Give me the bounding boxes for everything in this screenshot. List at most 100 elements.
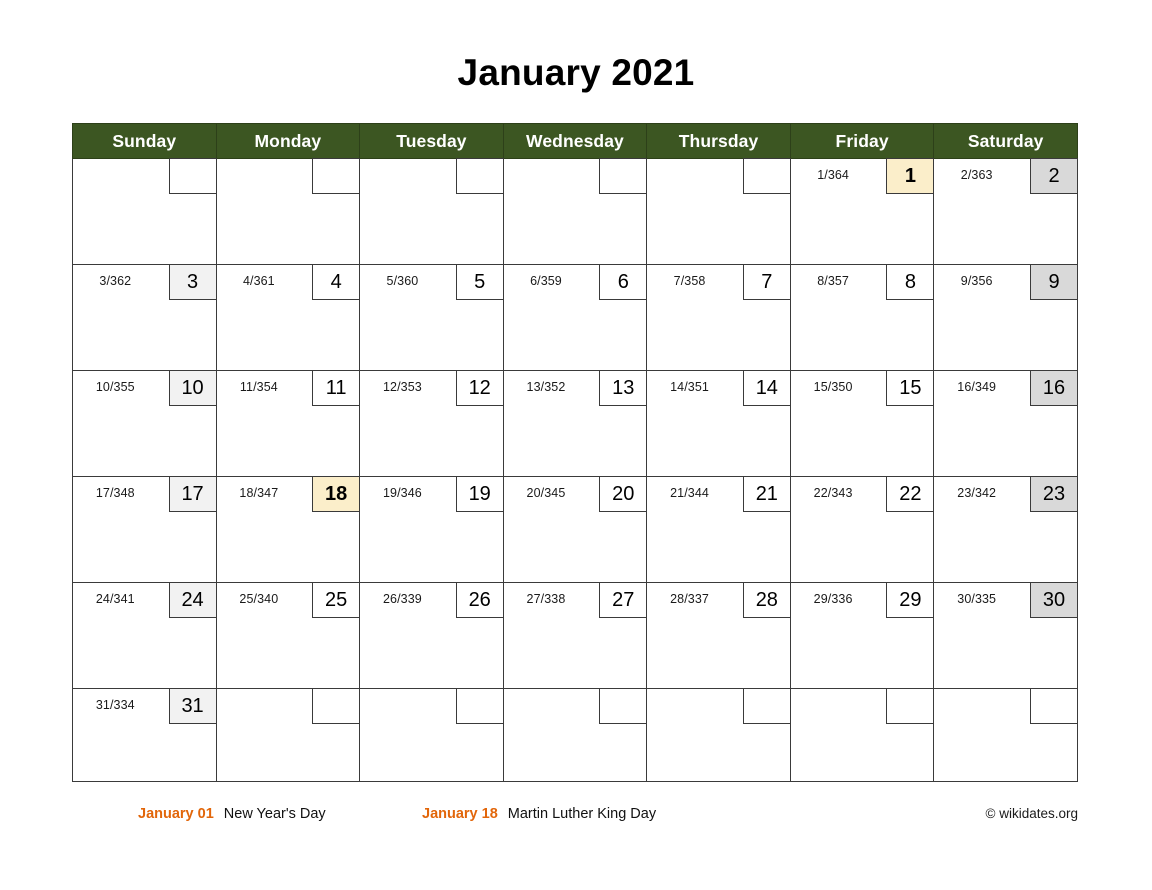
calendar-day-cell[interactable]: 18/347 18 (215, 476, 361, 583)
day-cell-inner: 20/345 20 (504, 476, 648, 582)
calendar-day-cell[interactable]: 7/358 7 (646, 264, 791, 371)
weekday-header-thursday: Thursday (646, 123, 791, 159)
day-cell-inner (934, 688, 1078, 781)
calendar-day-cell[interactable]: 24/341 24 (72, 582, 217, 689)
day-number-box[interactable]: 1 (886, 158, 935, 194)
calendar-day-cell[interactable]: 26/339 26 (359, 582, 504, 689)
calendar-day-cell[interactable]: 20/345 20 (502, 476, 648, 583)
calendar-day-cell[interactable]: 29/336 29 (789, 582, 935, 689)
day-number-box[interactable]: 9 (1030, 264, 1078, 300)
calendar-day-cell[interactable]: 12/353 12 (359, 370, 504, 477)
weekday-header-tuesday: Tuesday (359, 123, 504, 159)
calendar-week-row: 3/362 3 4/361 4 5/360 5 6/359 6 7/358 7 8/357 8 9/35… (72, 264, 1078, 371)
calendar-day-cell[interactable]: 8/357 8 (789, 264, 935, 371)
day-cell-inner: 1/364 1 (791, 158, 935, 264)
day-number-box[interactable]: 21 (742, 476, 791, 512)
calendar-day-cell[interactable]: 23/342 23 (933, 476, 1078, 583)
calendar-day-cell[interactable]: 11/354 11 (215, 370, 361, 477)
day-number-box[interactable]: 25 (312, 582, 361, 618)
calendar-day-cell[interactable]: 31/334 31 (72, 688, 217, 782)
day-number-box[interactable]: 13 (599, 370, 648, 406)
day-cell-inner: 13/352 13 (504, 370, 648, 476)
calendar-cell-empty (646, 158, 791, 265)
day-number-box[interactable]: 27 (599, 582, 648, 618)
day-number-box[interactable]: 23 (1030, 476, 1078, 512)
day-cell-inner: 16/349 16 (934, 370, 1078, 476)
calendar-day-cell[interactable]: 22/343 22 (789, 476, 935, 583)
day-cell-inner (217, 158, 361, 264)
day-number-box[interactable]: 29 (886, 582, 935, 618)
day-number-box (455, 688, 504, 724)
day-number-box[interactable]: 8 (886, 264, 935, 300)
day-number-box[interactable]: 16 (1030, 370, 1078, 406)
calendar-weekday-header: Sunday Monday Tuesday Wednesday Thursday Frid… (72, 123, 1078, 159)
day-number-box (455, 158, 504, 194)
day-number-box[interactable]: 22 (886, 476, 935, 512)
day-cell-inner: 24/341 24 (73, 582, 217, 688)
day-cell-inner: 29/336 29 (791, 582, 935, 688)
calendar-day-cell[interactable]: 4/361 4 (215, 264, 361, 371)
calendar-day-cell[interactable]: 1/364 1 (789, 158, 935, 265)
day-number-box[interactable]: 3 (168, 264, 217, 300)
day-number-box[interactable]: 20 (599, 476, 648, 512)
calendar-day-cell[interactable]: 19/346 19 (359, 476, 504, 583)
calendar-day-cell[interactable]: 16/349 16 (933, 370, 1078, 477)
calendar-day-cell[interactable]: 21/344 21 (646, 476, 791, 583)
day-number-box[interactable]: 19 (455, 476, 504, 512)
day-number-box[interactable]: 11 (312, 370, 361, 406)
day-number-box[interactable]: 14 (742, 370, 791, 406)
calendar-day-cell[interactable]: 6/359 6 (502, 264, 648, 371)
day-cell-inner: 12/353 12 (360, 370, 504, 476)
calendar-week-row: 1/364 1 2/363 2 (72, 158, 1078, 265)
day-number-box[interactable]: 15 (886, 370, 935, 406)
day-number-box (312, 688, 361, 724)
day-number-box[interactable]: 28 (742, 582, 791, 618)
day-cell-inner: 18/347 18 (217, 476, 361, 582)
day-number-box[interactable]: 30 (1030, 582, 1078, 618)
day-number-box[interactable]: 2 (1030, 158, 1078, 194)
day-cell-inner: 21/344 21 (647, 476, 791, 582)
day-number-box[interactable]: 24 (168, 582, 217, 618)
calendar-day-cell[interactable]: 30/335 30 (933, 582, 1078, 689)
calendar-page: January 2021 Sunday Monday Tuesday Wednesda… (0, 0, 1152, 890)
calendar-cell-empty (933, 688, 1078, 782)
calendar-day-cell[interactable]: 2/363 2 (933, 158, 1078, 265)
calendar-cell-empty (215, 688, 361, 782)
calendar-day-cell[interactable]: 17/348 17 (72, 476, 217, 583)
calendar-day-cell[interactable]: 27/338 27 (502, 582, 648, 689)
calendar-day-cell[interactable]: 15/350 15 (789, 370, 935, 477)
weekday-header-monday: Monday (215, 123, 361, 159)
day-number-box[interactable]: 7 (742, 264, 791, 300)
calendar-day-cell[interactable]: 9/356 9 (933, 264, 1078, 371)
calendar-day-cell[interactable]: 5/360 5 (359, 264, 504, 371)
calendar-week-row: 31/334 31 (72, 688, 1078, 782)
calendar-day-cell[interactable]: 28/337 28 (646, 582, 791, 689)
day-number-box[interactable]: 4 (312, 264, 361, 300)
calendar-cell-empty (789, 688, 935, 782)
calendar-day-cell[interactable]: 13/352 13 (502, 370, 648, 477)
calendar-week-row: 24/341 24 25/340 25 26/339 26 27/338 27 28/337 28… (72, 582, 1078, 689)
calendar-day-cell[interactable]: 3/362 3 (72, 264, 217, 371)
footer-holiday-date: January 01 (138, 806, 214, 822)
day-cell-inner (791, 688, 935, 781)
day-number-box (742, 688, 791, 724)
day-cell-inner: 10/355 10 (73, 370, 217, 476)
calendar-footer: © wikidates.org January 01 New Year's Day… (72, 803, 1078, 829)
day-number-box[interactable]: 26 (455, 582, 504, 618)
calendar-day-cell[interactable]: 25/340 25 (215, 582, 361, 689)
calendar-day-cell[interactable]: 14/351 14 (646, 370, 791, 477)
calendar-week-row: 17/348 17 18/347 18 19/346 19 20/345 20 21/344 21… (72, 476, 1078, 583)
day-number-box[interactable]: 17 (168, 476, 217, 512)
calendar-day-cell[interactable]: 10/355 10 (72, 370, 217, 477)
day-number-box[interactable]: 6 (599, 264, 648, 300)
day-number-box[interactable]: 31 (168, 688, 217, 724)
day-number-box[interactable]: 12 (455, 370, 504, 406)
day-number-box[interactable]: 5 (455, 264, 504, 300)
footer-holiday-name: New Year's Day (223, 806, 326, 822)
day-cell-inner: 30/335 30 (934, 582, 1078, 688)
day-cell-inner: 26/339 26 (360, 582, 504, 688)
calendar-cell-empty (359, 688, 504, 782)
day-cell-inner: 2/363 2 (934, 158, 1078, 264)
day-number-box[interactable]: 10 (168, 370, 217, 406)
day-number-box[interactable]: 18 (312, 476, 361, 512)
